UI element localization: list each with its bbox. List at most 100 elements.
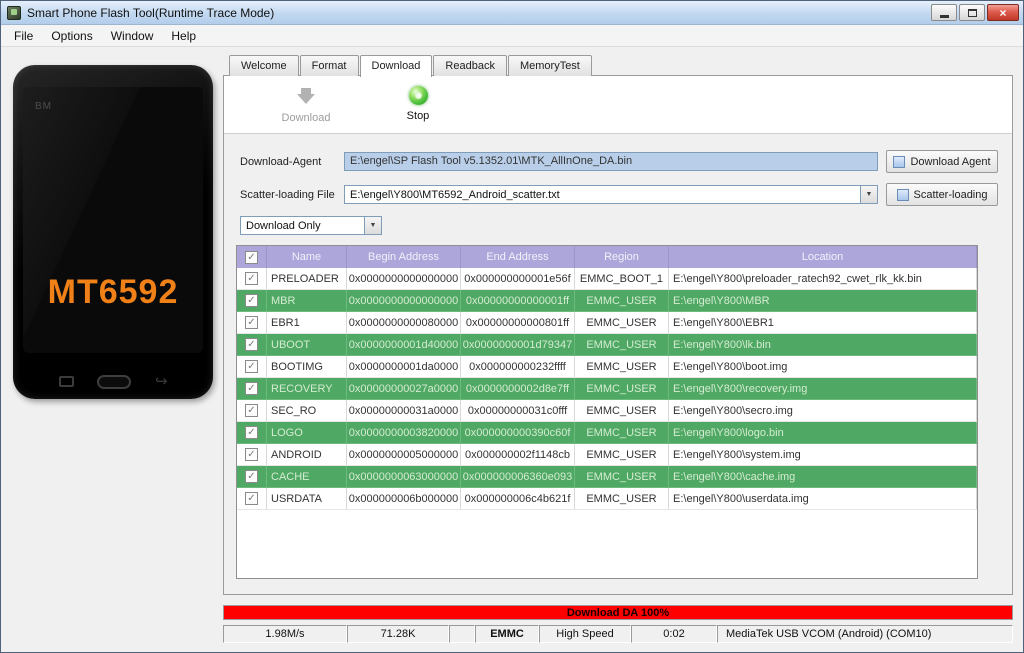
menu-file[interactable]: File [5,26,42,46]
tab-format[interactable]: Format [299,55,359,76]
partition-row-logo[interactable]: ✓ LOGO 0x0000000003820000 0x000000000390c60… [237,422,977,444]
chipset-label: MT6592 [47,273,179,312]
cell-name: CACHE [267,466,347,487]
partition-row-sec_ro[interactable]: ✓ SEC_RO 0x00000000031a0000 0x00000000031c0… [237,400,977,422]
file-icon [896,188,909,201]
chevron-down-icon[interactable]: ▼ [364,217,381,234]
partition-row-uboot[interactable]: ✓ UBOOT 0x0000000001d40000 0x0000000001d793… [237,334,977,356]
app-window: Smart Phone Flash Tool(Runtime Trace Mod… [0,0,1024,653]
partition-row-recovery[interactable]: ✓ RECOVERY 0x00000000027a0000 0x0000000002d… [237,378,977,400]
status-spacer [449,625,475,643]
download-agent-button-label: Download Agent [910,155,991,168]
cell-end-address: 0x00000000000801ff [461,312,575,333]
download-agent-button[interactable]: Download Agent [886,150,998,173]
row-checkbox[interactable]: ✓ [237,290,267,311]
scatter-file-combobox[interactable]: E:\engel\Y800\MT6592_Android_scatter.txt… [344,185,878,204]
row-checkbox[interactable]: ✓ [237,444,267,465]
partition-table: ✓ Name Begin Address End Address Region … [236,245,978,579]
cell-location: E:\engel\Y800\MBR [669,290,977,311]
phone-screen: BM MT6592 [23,87,203,353]
cell-end-address: 0x0000000002d8e7ff [461,378,575,399]
partition-row-bootimg[interactable]: ✓ BOOTIMG 0x0000000001da0000 0x000000000232… [237,356,977,378]
status-bar: 1.98M/s 71.28K EMMC High Speed 0:02 Medi… [223,625,1013,643]
checkbox-icon[interactable]: ✓ [245,316,258,329]
tab-readback[interactable]: Readback [433,55,507,76]
cell-begin-address: 0x0000000000000000 [347,268,461,289]
checkbox-icon[interactable]: ✓ [245,360,258,373]
download-agent-input[interactable]: E:\engel\SP Flash Tool v5.1352.01\MTK_Al… [344,152,878,171]
download-action-button[interactable]: Download [268,86,344,124]
menu-window[interactable]: Window [102,26,163,46]
status-usb-speed: High Speed [539,625,631,643]
row-checkbox[interactable]: ✓ [237,422,267,443]
row-checkbox[interactable]: ✓ [237,312,267,333]
cell-begin-address: 0x0000000001da0000 [347,356,461,377]
download-agent-row: Download-Agent E:\engel\SP Flash Tool v5… [240,150,998,173]
checkbox-icon[interactable]: ✓ [245,470,258,483]
cell-location: E:\engel\Y800\preloader_ratech92_cwet_rl… [669,268,977,289]
row-checkbox[interactable]: ✓ [237,334,267,355]
chevron-down-icon[interactable]: ▼ [860,186,877,203]
checkbox-icon[interactable]: ✓ [245,272,258,285]
cell-name: USRDATA [267,488,347,509]
download-action-label: Download [281,112,331,124]
partition-row-android[interactable]: ✓ ANDROID 0x0000000005000000 0x000000002f11… [237,444,977,466]
header-location: Location [669,246,977,268]
row-checkbox[interactable]: ✓ [237,466,267,487]
cell-end-address: 0x000000000001e56f [461,268,575,289]
download-mode-select[interactable]: Download Only ▼ [240,216,382,235]
menu-bar: File Options Window Help [1,25,1023,47]
menu-options[interactable]: Options [42,26,101,46]
row-checkbox[interactable]: ✓ [237,268,267,289]
checkbox-icon[interactable]: ✓ [245,492,258,505]
partition-table-body: ✓ PRELOADER 0x0000000000000000 0x0000000000… [237,268,977,510]
partition-row-cache[interactable]: ✓ CACHE 0x0000000063000000 0x000000006360e0… [237,466,977,488]
progress-bar: Download DA 100% [223,605,1013,620]
partition-row-mbr[interactable]: ✓ MBR 0x0000000000000000 0x00000000000001ff… [237,290,977,312]
status-bytes: 71.28K [347,625,449,643]
checkbox-icon[interactable]: ✓ [245,426,258,439]
cell-begin-address: 0x0000000001d40000 [347,334,461,355]
tab-memorytest[interactable]: MemoryTest [507,55,592,76]
tab-welcome[interactable]: Welcome [229,55,299,76]
header-end-address: End Address [461,246,575,268]
cell-region: EMMC_USER [575,356,669,377]
window-title: Smart Phone Flash Tool(Runtime Trace Mod… [27,5,275,20]
scatter-loading-button[interactable]: Scatter-loading [886,183,998,206]
row-checkbox[interactable]: ✓ [237,378,267,399]
maximize-button[interactable] [959,4,985,21]
minimize-icon [939,15,949,18]
close-button[interactable]: × [987,4,1019,21]
cell-location: E:\engel\Y800\system.img [669,444,977,465]
cell-end-address: 0x00000000000001ff [461,290,575,311]
cell-begin-address: 0x00000000027a0000 [347,378,461,399]
mode-row: Download Only ▼ [240,216,998,235]
minimize-button[interactable] [931,4,957,21]
status-storage-type: EMMC [475,625,539,643]
download-tab-page: Download Stop Download-Agent E:\engel\SP… [223,75,1013,595]
cell-region: EMMC_USER [575,422,669,443]
row-checkbox[interactable]: ✓ [237,488,267,509]
stop-action-button[interactable]: Stop [380,86,456,122]
tab-download[interactable]: Download [359,55,433,77]
row-checkbox[interactable]: ✓ [237,400,267,421]
menu-help[interactable]: Help [162,26,205,46]
header-select-all[interactable]: ✓ [237,246,267,268]
cell-end-address: 0x000000006360e093 [461,466,575,487]
header-region: Region [575,246,669,268]
back-key-icon: ↩ [154,373,168,390]
checkbox-icon[interactable]: ✓ [245,382,258,395]
scatter-file-label: Scatter-loading File [240,188,335,201]
checkbox-icon[interactable]: ✓ [245,448,258,461]
checkbox-icon[interactable]: ✓ [245,338,258,351]
partition-row-preloader[interactable]: ✓ PRELOADER 0x0000000000000000 0x0000000000… [237,268,977,290]
checkbox-icon[interactable]: ✓ [245,294,258,307]
row-checkbox[interactable]: ✓ [237,356,267,377]
checkbox-icon[interactable]: ✓ [245,404,258,417]
partition-row-usrdata[interactable]: ✓ USRDATA 0x000000006b000000 0x000000006c4b… [237,488,977,510]
checkbox-icon[interactable]: ✓ [245,250,258,264]
phone-soft-keys: ↩ [13,373,213,390]
partition-row-ebr1[interactable]: ✓ EBR1 0x0000000000080000 0x00000000000801f… [237,312,977,334]
cell-region: EMMC_USER [575,378,669,399]
download-agent-label: Download-Agent [240,155,322,168]
